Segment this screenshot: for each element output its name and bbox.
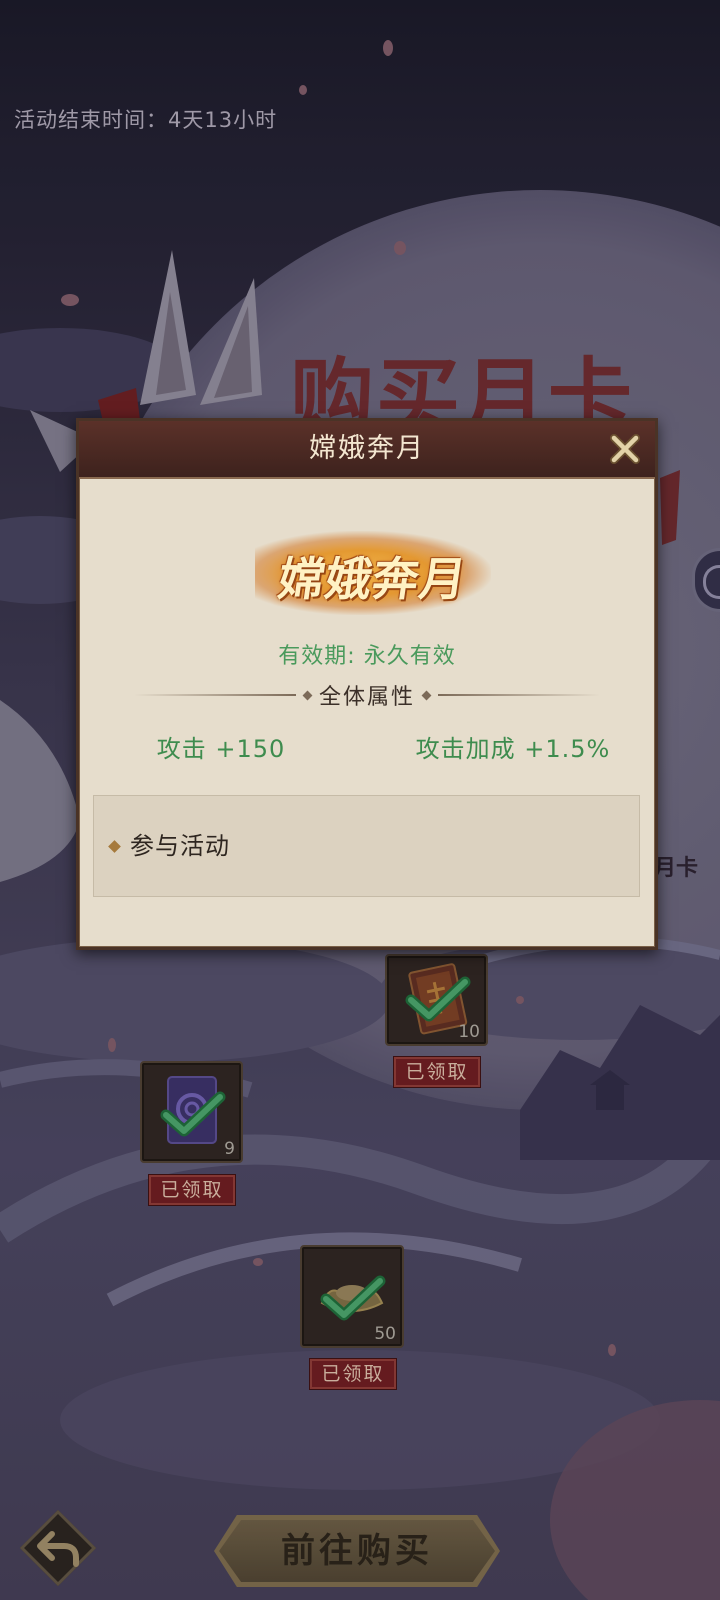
stat-attack: 攻击 +150 bbox=[156, 735, 286, 763]
section-divider: 全体属性 bbox=[79, 680, 655, 710]
stat-attack-bonus: 攻击加成 +1.5% bbox=[415, 735, 611, 763]
divider-line bbox=[438, 694, 600, 696]
divider-diamond-icon bbox=[302, 690, 313, 700]
validity-text: 有效期: 永久有效 bbox=[278, 644, 456, 669]
logo-text: 嫦娥奔月 bbox=[274, 552, 471, 606]
card-logo: 嫦娥奔月 bbox=[255, 525, 491, 621]
close-icon bbox=[610, 434, 640, 464]
close-button[interactable] bbox=[607, 431, 643, 467]
divider-diamond-icon bbox=[421, 690, 432, 700]
section-title: 全体属性 bbox=[318, 685, 415, 710]
divider-line bbox=[133, 694, 296, 696]
modal-header: 嫦娥奔月 bbox=[79, 421, 655, 479]
source-box: 参与活动 bbox=[93, 795, 640, 897]
modal-title: 嫦娥奔月 bbox=[309, 433, 425, 464]
source-label: 参与活动 bbox=[130, 832, 230, 860]
modal-dialog: 嫦娥奔月 嫦娥奔月 有效期: 永久有效 全体属性 攻击 +150 攻击加成 +1… bbox=[76, 418, 658, 950]
diamond-bullet-icon bbox=[108, 840, 121, 853]
